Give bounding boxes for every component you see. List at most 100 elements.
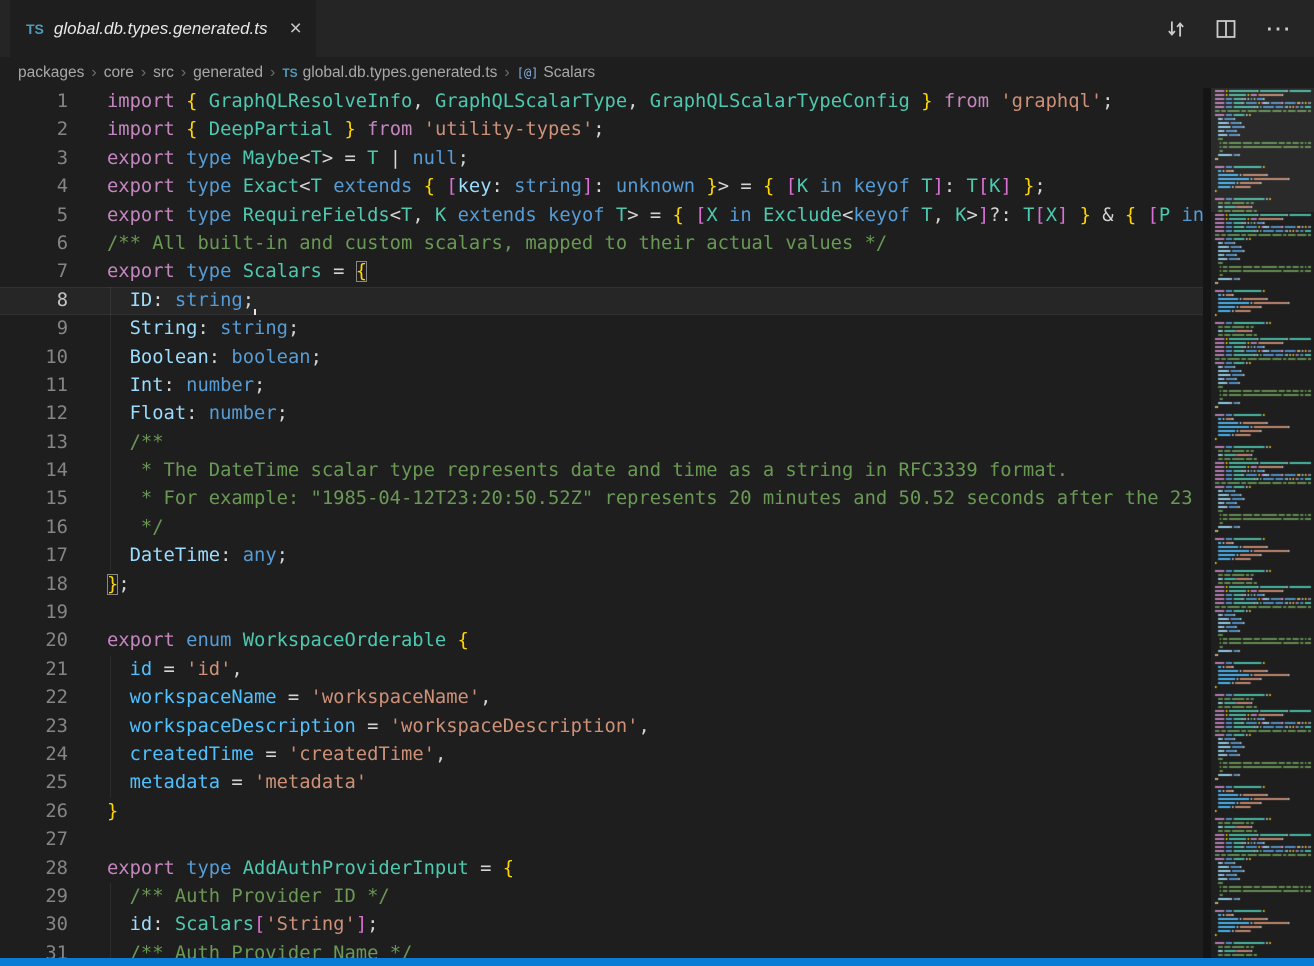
code-line: 16 */	[0, 514, 1203, 542]
line-content[interactable]: Int: number;	[90, 372, 1203, 400]
line-number: 11	[0, 372, 90, 400]
line-content[interactable]: * For example: "1985-04-12T23:20:50.52Z"…	[90, 485, 1203, 513]
line-content[interactable]: id = 'id',	[90, 656, 1203, 684]
line-content[interactable]	[90, 826, 1203, 854]
line-content[interactable]: import { GraphQLResolveInfo, GraphQLScal…	[90, 88, 1203, 116]
line-content[interactable]: export type RequireFields<T, K extends k…	[90, 202, 1203, 230]
line-content[interactable]: export enum WorkspaceOrderable {	[90, 627, 1203, 655]
code-line: 27	[0, 826, 1203, 854]
indent-guide	[110, 713, 111, 741]
line-number: 30	[0, 911, 90, 939]
line-content[interactable]: Float: number;	[90, 400, 1203, 428]
line-content[interactable]: id: Scalars['String'];	[90, 911, 1203, 939]
indent-guide	[110, 741, 111, 769]
line-number: 15	[0, 485, 90, 513]
line-number: 25	[0, 769, 90, 797]
scrollbar-track[interactable]	[1203, 88, 1211, 966]
line-number: 9	[0, 315, 90, 343]
code-editor: 1import { GraphQLResolveInfo, GraphQLSca…	[0, 88, 1314, 966]
line-content[interactable]: /**	[90, 429, 1203, 457]
breadcrumb-item-src[interactable]: src	[153, 64, 174, 82]
line-number: 6	[0, 230, 90, 258]
code-line: 3export type Maybe<T> = T | null;	[0, 145, 1203, 173]
line-content[interactable]: }	[90, 798, 1203, 826]
breadcrumb-item-core[interactable]: core	[104, 64, 134, 82]
line-content[interactable]: import { DeepPartial } from 'utility-typ…	[90, 116, 1203, 144]
code-line: 13 /**	[0, 429, 1203, 457]
line-content[interactable]: metadata = 'metadata'	[90, 769, 1203, 797]
code-line: 29 /** Auth Provider ID */	[0, 883, 1203, 911]
open-changes-icon[interactable]	[1165, 18, 1187, 40]
indent-guide	[110, 911, 111, 939]
line-number: 10	[0, 344, 90, 372]
line-content[interactable]: export type Scalars = {	[90, 258, 1203, 286]
line-content[interactable]	[90, 599, 1203, 627]
line-content[interactable]: export type Exact<T extends { [key: stri…	[90, 173, 1203, 201]
indent-guide	[110, 372, 111, 400]
breadcrumb-item-global-db-types-generated-ts[interactable]: TS global.db.types.generated.ts	[282, 64, 497, 82]
code-line: 15 * For example: "1985-04-12T23:20:50.5…	[0, 485, 1203, 513]
code-line: 11 Int: number;	[0, 372, 1203, 400]
vscode-window: TS global.db.types.generated.ts × ⋯ pack…	[0, 0, 1314, 88]
breadcrumb-separator-icon: ›	[181, 64, 186, 82]
line-content[interactable]: ID: string;	[90, 287, 1203, 315]
line-content[interactable]: export type Maybe<T> = T | null;	[90, 145, 1203, 173]
breadcrumb-separator-icon: ›	[141, 64, 146, 82]
close-tab-icon[interactable]: ×	[290, 18, 302, 39]
line-content[interactable]: DateTime: any;	[90, 542, 1203, 570]
indent-guide	[110, 429, 111, 457]
typescript-file-icon: TS	[282, 66, 297, 80]
code-line: 5export type RequireFields<T, K extends …	[0, 202, 1203, 230]
code-line: 19	[0, 599, 1203, 627]
split-editor-icon[interactable]	[1215, 18, 1237, 40]
code-line: 18};	[0, 571, 1203, 599]
breadcrumb-item-packages[interactable]: packages	[18, 64, 84, 82]
code-area[interactable]: 1import { GraphQLResolveInfo, GraphQLSca…	[0, 88, 1203, 966]
breadcrumb-label: generated	[193, 64, 263, 82]
minimap-slider[interactable]	[1211, 88, 1314, 212]
breadcrumb-label: packages	[18, 64, 84, 82]
line-content[interactable]: workspaceName = 'workspaceName',	[90, 684, 1203, 712]
line-content[interactable]: String: string;	[90, 315, 1203, 343]
indent-guide	[110, 315, 111, 343]
code-line: 22 workspaceName = 'workspaceName',	[0, 684, 1203, 712]
breadcrumb-label: global.db.types.generated.ts	[303, 64, 498, 82]
line-number: 21	[0, 656, 90, 684]
breadcrumb-label: Scalars	[543, 64, 595, 82]
breadcrumb: packages›core›src›generated›TSglobal.db.…	[0, 57, 1314, 88]
indent-guide	[110, 514, 111, 542]
line-number: 20	[0, 627, 90, 655]
indent-guide	[110, 684, 111, 712]
breadcrumb-separator-icon: ›	[270, 64, 275, 82]
breadcrumb-label: src	[153, 64, 174, 82]
line-number: 29	[0, 883, 90, 911]
code-line: 10 Boolean: boolean;	[0, 344, 1203, 372]
indent-guide	[110, 344, 111, 372]
line-number: 24	[0, 741, 90, 769]
breadcrumb-item-scalars[interactable]: [@]Scalars	[517, 64, 595, 82]
code-line: 6/** All built-in and custom scalars, ma…	[0, 230, 1203, 258]
line-content[interactable]: /** All built-in and custom scalars, map…	[90, 230, 1203, 258]
minimap[interactable]	[1211, 88, 1314, 959]
indent-guide	[110, 883, 111, 911]
line-content[interactable]: createdTime = 'createdTime',	[90, 741, 1203, 769]
code-line: 24 createdTime = 'createdTime',	[0, 741, 1203, 769]
line-content[interactable]: };	[90, 571, 1203, 599]
line-content[interactable]: */	[90, 514, 1203, 542]
breadcrumb-item-generated[interactable]: generated	[193, 64, 263, 82]
editor-tab[interactable]: TS global.db.types.generated.ts ×	[10, 0, 316, 57]
typescript-file-icon: TS	[26, 21, 44, 37]
line-number: 1	[0, 88, 90, 116]
line-content[interactable]: Boolean: boolean;	[90, 344, 1203, 372]
line-number: 7	[0, 258, 90, 286]
line-content[interactable]: workspaceDescription = 'workspaceDescrip…	[90, 713, 1203, 741]
line-number: 26	[0, 798, 90, 826]
indent-guide	[110, 542, 111, 570]
line-number: 12	[0, 400, 90, 428]
more-actions-icon[interactable]: ⋯	[1265, 13, 1292, 44]
code-line: 1import { GraphQLResolveInfo, GraphQLSca…	[0, 88, 1203, 116]
minimap-canvas	[1211, 88, 1314, 966]
line-content[interactable]: export type AddAuthProviderInput = {	[90, 855, 1203, 883]
line-content[interactable]: * The DateTime scalar type represents da…	[90, 457, 1203, 485]
line-content[interactable]: /** Auth Provider ID */	[90, 883, 1203, 911]
